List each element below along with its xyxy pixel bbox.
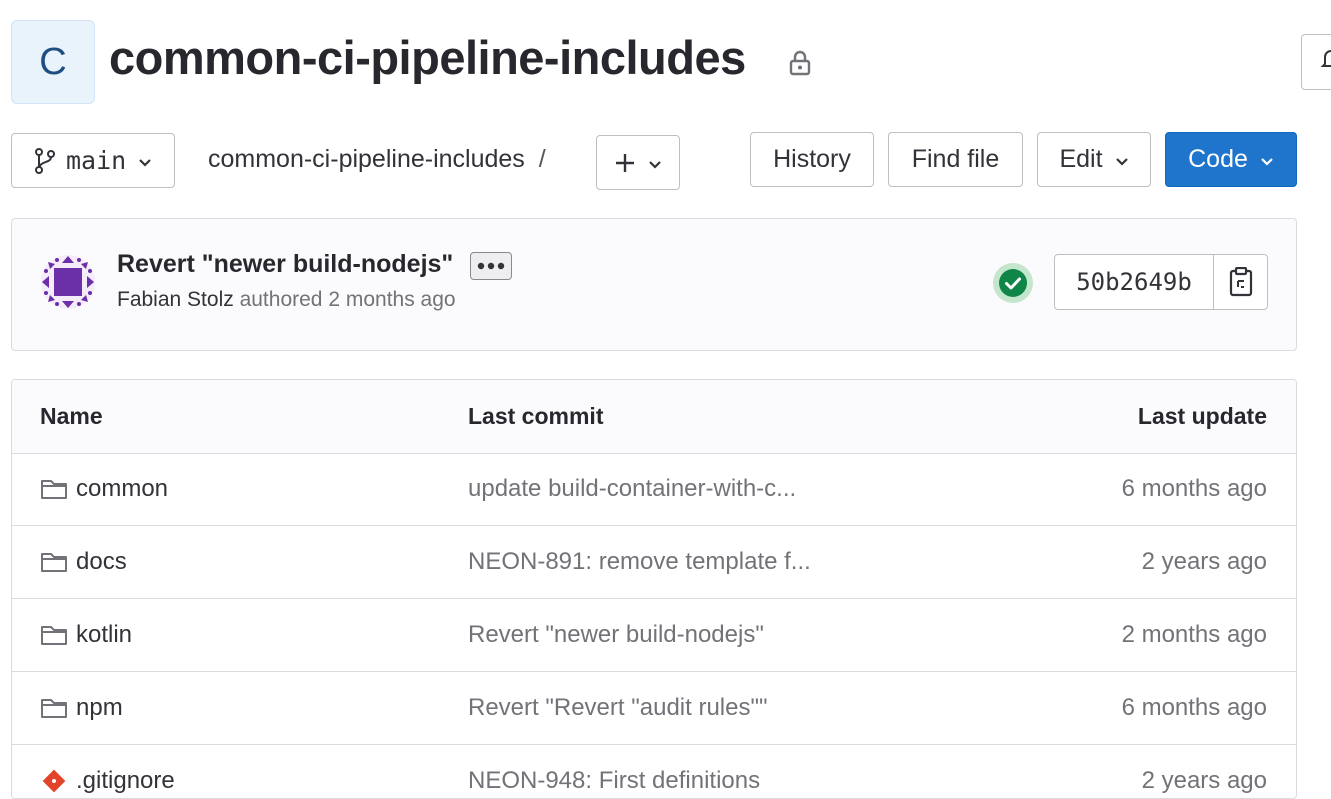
commit-action: authored [239,288,323,311]
branch-icon [34,147,56,174]
git-file-icon [40,769,76,793]
file-name: docs [76,548,127,575]
last-update: 2 years ago [1141,767,1267,794]
file-name-cell[interactable]: kotlin [40,599,132,671]
commit-time: 2 months ago [328,288,456,311]
code-label: Code [1188,145,1248,173]
file-name-cell[interactable]: npm [40,672,123,744]
chevron-down-icon [1260,145,1274,174]
folder-icon [40,623,76,647]
last-commit-link[interactable]: NEON-948: First definitions [468,745,760,798]
commit-sha[interactable]: 50b2649b [1055,255,1214,309]
folder-icon [40,696,76,720]
table-header: Name Last commit Last update [12,380,1296,454]
table-row[interactable]: docs NEON-891: remove template f... 2 ye… [12,526,1296,599]
file-name-cell[interactable]: docs [40,526,127,598]
last-update: 6 months ago [1121,694,1267,721]
breadcrumb-separator: / [538,145,546,173]
chevron-down-icon [648,148,662,177]
column-header-last-update: Last update [1137,403,1267,429]
table-row[interactable]: common update build-container-with-c... … [12,453,1296,526]
file-name: common [76,475,169,502]
branch-selector[interactable]: main [11,133,175,188]
breadcrumb-root[interactable]: common-ci-pipeline-includes [208,145,525,173]
file-name: kotlin [76,621,133,648]
table-row[interactable]: kotlin Revert "newer build-nodejs" 2 mon… [12,599,1296,672]
commit-sha-group: 50b2649b [1054,254,1268,310]
commit-meta: Fabian Stolz authored 2 months ago [117,288,456,312]
code-dropdown-button[interactable]: Code [1165,132,1297,187]
copy-sha-button[interactable] [1214,255,1267,309]
commit-author-link[interactable]: Fabian Stolz [117,288,234,311]
last-commit-link[interactable]: Revert "Revert "audit rules"" [468,672,768,744]
last-update: 2 years ago [1141,548,1267,575]
edit-label: Edit [1059,145,1103,173]
bell-icon [1320,47,1331,78]
last-commit-link[interactable]: Revert "newer build-nodejs" [468,599,764,671]
column-header-name: Name [40,403,103,429]
last-update: 6 months ago [1121,475,1267,502]
find-file-button[interactable]: Find file [888,132,1023,187]
chevron-down-icon [1115,145,1129,174]
commit-title[interactable]: Revert "newer build-nodejs" [117,250,453,279]
project-avatar-letter: C [39,40,67,83]
add-to-tree-button[interactable] [596,135,680,190]
chevron-down-icon [138,146,152,175]
folder-icon [40,477,76,501]
last-update: 2 months ago [1121,621,1267,648]
toggle-commit-description-button[interactable] [470,252,512,280]
pipeline-status-passed-icon[interactable] [992,262,1034,309]
table-row[interactable]: .gitignore NEON-948: First definitions 2… [12,745,1296,798]
file-name: npm [76,694,123,721]
last-commit-link[interactable]: update build-container-with-c... [468,453,796,525]
last-commit-link[interactable]: NEON-891: remove template f... [468,526,811,598]
column-header-last-commit: Last commit [468,403,604,429]
copy-to-clipboard-icon [1229,267,1253,297]
file-name-cell[interactable]: common [40,453,168,525]
table-row[interactable]: npm Revert "Revert "audit rules"" 6 mont… [12,672,1296,745]
project-title[interactable]: common-ci-pipeline-includes [109,30,746,85]
project-avatar[interactable]: C [11,20,95,104]
ellipsis-icon [477,262,505,270]
folder-icon [40,550,76,574]
history-button[interactable]: History [750,132,874,187]
lock-icon [788,50,812,81]
file-name-cell[interactable]: .gitignore [40,745,175,798]
branch-name: main [66,146,127,175]
edit-dropdown-button[interactable]: Edit [1037,132,1151,187]
plus-icon [614,152,636,174]
breadcrumb: common-ci-pipeline-includes / [208,145,546,174]
file-tree-table: Name Last commit Last update common upda… [11,379,1297,799]
file-name: .gitignore [76,767,175,794]
notifications-button[interactable] [1301,34,1331,90]
author-avatar[interactable] [40,254,96,315]
